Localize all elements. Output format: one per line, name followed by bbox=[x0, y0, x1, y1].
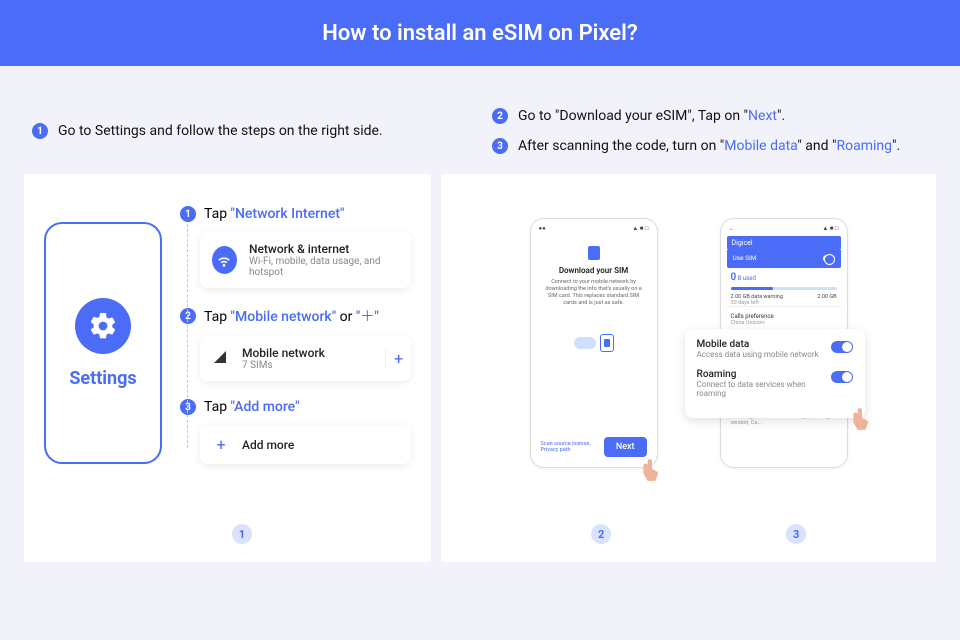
cards-row: Settings 1 Tap "Network Internet" bbox=[24, 174, 936, 562]
roaming-row[interactable]: Roaming Connect to data services when ro… bbox=[697, 369, 853, 398]
signal-icon bbox=[212, 349, 230, 369]
roaming-sub: Connect to data services when roaming bbox=[697, 380, 832, 398]
sim-card-icon bbox=[600, 334, 614, 352]
roaming-title: Roaming bbox=[697, 369, 832, 380]
hand-icon-2 bbox=[849, 404, 875, 434]
step-1-bullet: 1 bbox=[180, 206, 196, 222]
instructions-row: 1 Go to Settings and follow the steps on… bbox=[24, 78, 936, 166]
roaming-link: Roaming bbox=[836, 138, 892, 154]
add-more-title: Add more bbox=[242, 438, 294, 452]
bullet-1: 1 bbox=[32, 123, 48, 139]
card-step-1: Settings 1 Tap "Network Internet" bbox=[24, 174, 431, 562]
download-title: Download your SIM bbox=[559, 266, 628, 275]
next-button[interactable]: Next bbox=[604, 437, 647, 457]
network-internet-link: "Network Internet" bbox=[231, 206, 345, 222]
mobile-data-sub: Access data using mobile network bbox=[697, 350, 819, 359]
sim-icon bbox=[588, 246, 600, 260]
instruction-1: 1 Go to Settings and follow the steps on… bbox=[32, 123, 383, 139]
usage-bar bbox=[731, 287, 837, 290]
usage-amount: 0 bbox=[731, 272, 737, 283]
privacy-link[interactable]: Scan source license, Privacy path bbox=[541, 441, 604, 453]
step-connector bbox=[187, 224, 188, 448]
instruction-1-text: Go to Settings and follow the steps on t… bbox=[58, 123, 383, 139]
step-3: 3 Tap "Add more" + Add more bbox=[180, 399, 411, 464]
mobile-row-title: Mobile network bbox=[242, 346, 373, 360]
step-3-head: 3 Tap "Add more" bbox=[180, 399, 411, 415]
wifi-icon bbox=[212, 246, 237, 274]
network-row-sub: Wi-Fi, mobile, data usage, and hotspot bbox=[249, 256, 399, 278]
card-steps-2-3: ●●▲ ■ □ Download your SIM Connect to you… bbox=[441, 174, 936, 562]
overlay-card: Mobile data Access data using mobile net… bbox=[685, 329, 865, 418]
mobile-network-link: "Mobile network" bbox=[231, 309, 337, 325]
network-row-title: Network & internet bbox=[249, 242, 399, 256]
phone-sim-settings: ←▲ ■ □ Digicel Use SIM 0 B used 2.00 GB … bbox=[720, 218, 848, 468]
card-3-badge: 3 bbox=[786, 524, 806, 544]
use-sim-label: Use SIM bbox=[733, 254, 757, 262]
roaming-toggle[interactable] bbox=[831, 371, 852, 383]
download-screen: Download your SIM Connect to your mobile… bbox=[537, 232, 651, 433]
mobile-data-row[interactable]: Mobile data Access data using mobile net… bbox=[697, 339, 853, 359]
card-2-badge: 2 bbox=[591, 524, 611, 544]
card-1-badge: 1 bbox=[232, 524, 252, 544]
instruction-2-text: Go to "Download your eSIM", Tap on "Next… bbox=[518, 108, 785, 124]
gear-icon bbox=[75, 298, 131, 354]
plus-icon: + bbox=[212, 435, 230, 454]
bullet-3: 3 bbox=[492, 138, 508, 154]
instruction-right: 2 Go to "Download your eSIM", Tap on "Ne… bbox=[492, 108, 928, 154]
usage-unit: B used bbox=[738, 275, 756, 282]
download-sub: Connect to your mobile network by downlo… bbox=[541, 279, 647, 308]
usage-max: 2.00 GB bbox=[817, 294, 836, 300]
plus-link: "＋" bbox=[356, 309, 379, 325]
step-2: 2 Tap "Mobile network" or "＋" Mobile net… bbox=[180, 306, 411, 381]
carrier-header: Digicel bbox=[727, 236, 841, 250]
steps-column: 1 Tap "Network Internet" Network & inter… bbox=[180, 206, 411, 512]
mobile-row-sub: 7 SIMs bbox=[242, 360, 373, 371]
cloud-icon bbox=[574, 337, 596, 349]
step-2-bullet: 2 bbox=[180, 308, 196, 324]
phone-frame: Settings bbox=[44, 222, 162, 464]
status-bar-2: ←▲ ■ □ bbox=[727, 225, 841, 232]
mobile-data-toggle[interactable] bbox=[831, 341, 853, 353]
phone-settings: Settings bbox=[44, 198, 162, 512]
settings-label: Settings bbox=[69, 368, 136, 389]
use-sim-toggle[interactable] bbox=[823, 255, 835, 262]
instruction-3-text: After scanning the code, turn on "Mobile… bbox=[518, 138, 900, 154]
mobile-network-row[interactable]: Mobile network 7 SIMs + bbox=[200, 336, 411, 381]
step-1-head: 1 Tap "Network Internet" bbox=[180, 206, 411, 222]
instruction-2: 2 Go to "Download your eSIM", Tap on "Ne… bbox=[492, 108, 928, 124]
bullet-2: 2 bbox=[492, 108, 508, 124]
mobile-data-title: Mobile data bbox=[697, 339, 819, 350]
add-more-link: "Add more" bbox=[231, 399, 300, 415]
step-1: 1 Tap "Network Internet" Network & inter… bbox=[180, 206, 411, 288]
phone-download-sim: ●●▲ ■ □ Download your SIM Connect to you… bbox=[530, 218, 658, 468]
usage-block: 0 B used 2.00 GB data warning 2.00 GB 30… bbox=[727, 268, 841, 306]
page-header: How to install an eSIM on Pixel? bbox=[0, 0, 960, 66]
download-footer: Scan source license, Privacy path Next bbox=[537, 433, 651, 461]
step-2-head: 2 Tap "Mobile network" or "＋" bbox=[180, 306, 411, 326]
instruction-left: 1 Go to Settings and follow the steps on… bbox=[32, 108, 452, 154]
add-sim-button[interactable]: + bbox=[385, 349, 411, 368]
step-3-bullet: 3 bbox=[180, 399, 196, 415]
hand-icon bbox=[639, 455, 665, 485]
status-bar: ●●▲ ■ □ bbox=[537, 225, 651, 232]
content-area: 1 Go to Settings and follow the steps on… bbox=[0, 66, 960, 562]
use-sim-row[interactable]: Use SIM bbox=[727, 250, 841, 268]
instruction-3: 3 After scanning the code, turn on "Mobi… bbox=[492, 138, 928, 154]
next-link: Next bbox=[748, 108, 777, 124]
download-graphic bbox=[574, 334, 614, 352]
network-internet-row[interactable]: Network & internet Wi-Fi, mobile, data u… bbox=[200, 232, 411, 288]
page-title: How to install an eSIM on Pixel? bbox=[322, 21, 637, 46]
add-more-row[interactable]: + Add more bbox=[200, 425, 411, 464]
mobile-data-link: Mobile data bbox=[724, 138, 797, 154]
